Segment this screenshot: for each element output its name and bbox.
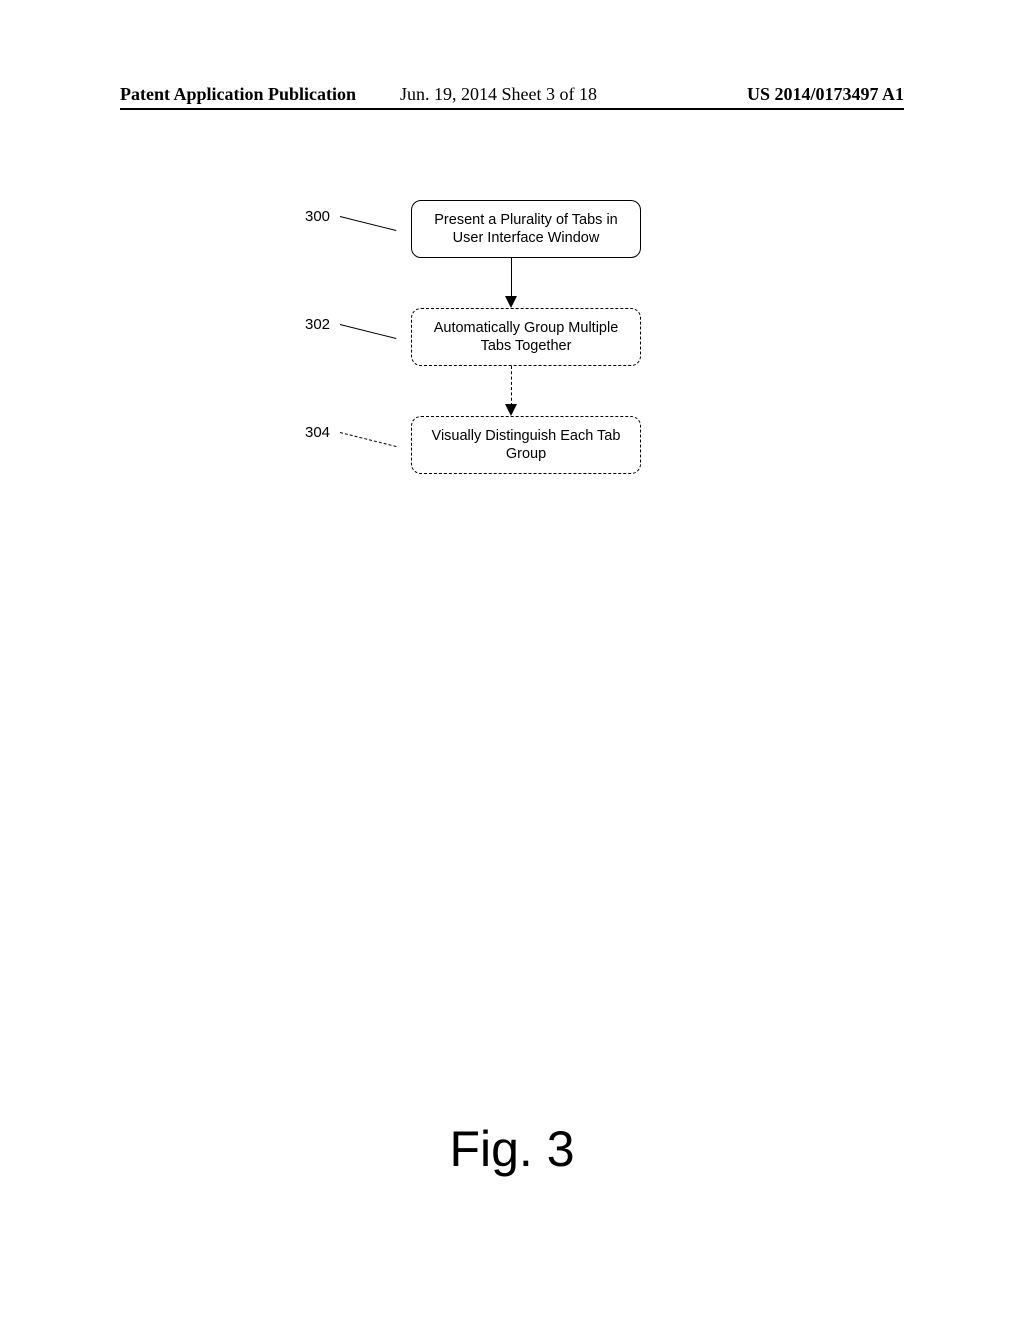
leader-line-300 <box>340 216 397 231</box>
flow-step-box: Automatically Group Multiple Tabs Togeth… <box>411 308 641 366</box>
flow-step-302: Automatically Group Multiple Tabs Togeth… <box>396 308 656 366</box>
header-date-sheet: Jun. 19, 2014 Sheet 3 of 18 <box>400 84 597 105</box>
header-rule <box>120 108 904 110</box>
leader-line-302 <box>340 324 397 339</box>
figure-label: Fig. 3 <box>0 1120 1024 1178</box>
arrow-head-icon <box>505 296 517 308</box>
leader-line-304 <box>340 432 397 447</box>
flow-step-text: Visually Distinguish Each Tab Group <box>432 428 621 462</box>
flow-step-304: Visually Distinguish Each Tab Group <box>396 416 656 474</box>
flow-step-300: Present a Plurality of Tabs in User Inte… <box>396 200 656 258</box>
arrow-300-302 <box>511 258 512 298</box>
step-ref-304: 304 <box>305 424 330 441</box>
step-ref-302: 302 <box>305 316 330 333</box>
header-publication-type: Patent Application Publication <box>120 84 356 105</box>
flow-step-text: Present a Plurality of Tabs in User Inte… <box>434 212 618 246</box>
arrow-302-304 <box>511 366 512 406</box>
flow-step-box: Visually Distinguish Each Tab Group <box>411 416 641 474</box>
patent-page: Patent Application Publication Jun. 19, … <box>0 0 1024 1320</box>
header-publication-number: US 2014/0173497 A1 <box>747 84 904 105</box>
flow-step-text: Automatically Group Multiple Tabs Togeth… <box>434 320 619 354</box>
flow-step-box: Present a Plurality of Tabs in User Inte… <box>411 200 641 258</box>
arrow-head-icon <box>505 404 517 416</box>
step-ref-300: 300 <box>305 208 330 225</box>
